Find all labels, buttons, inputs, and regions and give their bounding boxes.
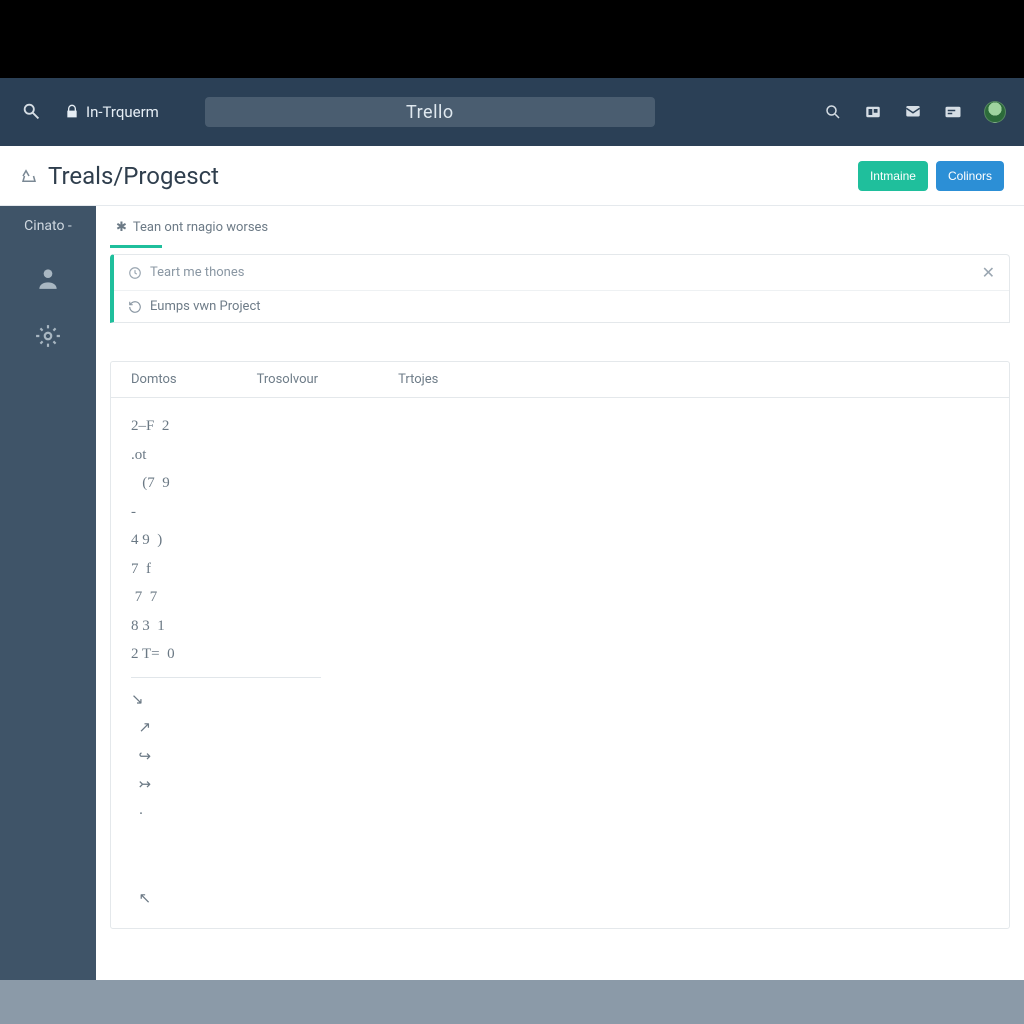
- handwritten-content: 2–F 2 .ot (7 9 - 4 9 ) 7 f 7 7 8 3 1 2 T…: [125, 408, 995, 918]
- bottom-shade: [0, 980, 1024, 1024]
- primary-action-button[interactable]: Intmaine: [858, 161, 928, 191]
- notifications-icon[interactable]: [904, 103, 922, 121]
- app-logo-icon: [18, 98, 46, 126]
- context-crumb: ✱ Tean ont rnagio worses: [96, 206, 1024, 245]
- breadcrumb: Treals/Progesct: [20, 162, 219, 190]
- search-center-label: Trello: [406, 102, 454, 123]
- left-sidebar: Cinato -: [0, 206, 96, 980]
- banner-text-2: Eumps vwn Project: [150, 299, 261, 314]
- col-header-2[interactable]: Trosolvour: [257, 372, 318, 387]
- workspace-name: In-Trquerm: [86, 103, 159, 121]
- sidebar-settings-icon[interactable]: [34, 322, 62, 350]
- panel-body: 2–F 2 .ot (7 9 - 4 9 ) 7 f 7 7 8 3 1 2 T…: [111, 398, 1009, 928]
- window-blackbar: [0, 0, 1024, 78]
- sidebar-section-label[interactable]: Cinato -: [24, 218, 72, 234]
- col-header-1[interactable]: Domtos: [131, 372, 177, 387]
- col-header-3[interactable]: Trtojes: [398, 372, 438, 387]
- lock-icon: [64, 104, 80, 120]
- global-search[interactable]: Trello: [205, 97, 655, 127]
- context-crumb-text: Tean ont rnagio worses: [133, 220, 268, 235]
- workspace-switcher[interactable]: In-Trquerm: [64, 103, 159, 121]
- secondary-action-button[interactable]: Colinors: [936, 161, 1004, 191]
- breadcrumb-text: Treals/Progesct: [48, 162, 219, 190]
- user-avatar[interactable]: [984, 101, 1006, 123]
- search-icon[interactable]: [824, 103, 842, 121]
- refresh-icon: [128, 300, 142, 314]
- banner-close-icon[interactable]: ✕: [982, 263, 995, 282]
- clock-icon: [128, 266, 142, 280]
- sidebar-profile-icon[interactable]: [34, 264, 62, 292]
- main-content: ✱ Tean ont rnagio worses Teart me thones…: [96, 206, 1024, 980]
- project-icon: [20, 167, 38, 185]
- active-tab-indicator: [110, 245, 162, 248]
- banner-text-1: Teart me thones: [150, 265, 244, 280]
- panel-column-headers: Domtos Trosolvour Trtojes: [111, 362, 1009, 398]
- boards-icon[interactable]: [864, 103, 882, 121]
- asterisk-icon: ✱: [116, 220, 127, 235]
- page-header: Treals/Progesct Intmaine Colinors: [0, 146, 1024, 206]
- top-nav: In-Trquerm Trello: [0, 78, 1024, 146]
- data-panel: Domtos Trosolvour Trtojes 2–F 2 .ot (7 9…: [110, 361, 1010, 929]
- info-banner: Teart me thones ✕ Eumps vwn Project: [110, 254, 1010, 323]
- cards-icon[interactable]: [944, 103, 962, 121]
